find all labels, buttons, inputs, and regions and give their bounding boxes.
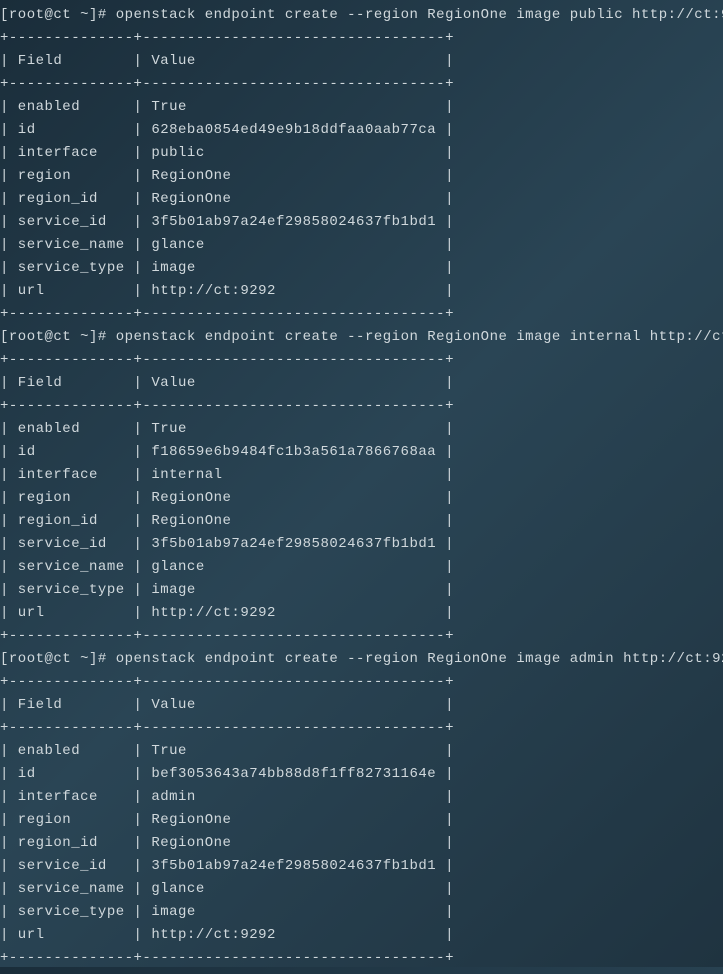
table-row: | service_id | 3f5b01ab97a24ef2985802463…: [0, 855, 723, 878]
command-text: openstack endpoint create --region Regio…: [116, 7, 723, 23]
table-row: | id | bef3053643a74bb88d8f1ff82731164e …: [0, 763, 723, 786]
table-row: | region_id | RegionOne |: [0, 510, 723, 533]
table-row: | service_name | glance |: [0, 556, 723, 579]
table-border: +--------------+------------------------…: [0, 349, 723, 372]
table-row: | service_id | 3f5b01ab97a24ef2985802463…: [0, 211, 723, 234]
command-line[interactable]: [root@ct ~]# openstack endpoint create -…: [0, 326, 723, 349]
table-row: | url | http://ct:9292 |: [0, 924, 723, 947]
table-row: | service_type | image |: [0, 257, 723, 280]
table-row: | region_id | RegionOne |: [0, 832, 723, 855]
table-row: | enabled | True |: [0, 740, 723, 763]
table-row: | service_name | glance |: [0, 878, 723, 901]
table-row: | service_name | glance |: [0, 234, 723, 257]
table-row: | id | 628eba0854ed49e9b18ddfaa0aab77ca …: [0, 119, 723, 142]
shell-prompt: [root@ct ~]#: [0, 329, 116, 345]
table-border: +--------------+------------------------…: [0, 671, 723, 694]
command-text: openstack endpoint create --region Regio…: [116, 651, 723, 667]
table-row: | id | f18659e6b9484fc1b3a561a7866768aa …: [0, 441, 723, 464]
table-row: | region | RegionOne |: [0, 165, 723, 188]
table-row: | interface | internal |: [0, 464, 723, 487]
table-row: | interface | public |: [0, 142, 723, 165]
table-row: | enabled | True |: [0, 96, 723, 119]
table-row: | service_type | image |: [0, 579, 723, 602]
table-header: | Field | Value |: [0, 372, 723, 395]
table-border: +--------------+------------------------…: [0, 73, 723, 96]
table-row: | enabled | True |: [0, 418, 723, 441]
table-row: | url | http://ct:9292 |: [0, 280, 723, 303]
shell-prompt: [root@ct ~]#: [0, 651, 116, 667]
table-border: +--------------+------------------------…: [0, 27, 723, 50]
command-text: openstack endpoint create --region Regio…: [116, 329, 723, 345]
table-row: | service_type | image |: [0, 901, 723, 924]
shell-prompt: [root@ct ~]#: [0, 7, 116, 23]
table-border: +--------------+------------------------…: [0, 395, 723, 418]
table-row: | interface | admin |: [0, 786, 723, 809]
table-border: +--------------+------------------------…: [0, 717, 723, 740]
table-row: | region_id | RegionOne |: [0, 188, 723, 211]
table-row: | region | RegionOne |: [0, 809, 723, 832]
table-row: | region | RegionOne |: [0, 487, 723, 510]
command-line[interactable]: [root@ct ~]# openstack endpoint create -…: [0, 648, 723, 671]
command-line[interactable]: [root@ct ~]# openstack endpoint create -…: [0, 4, 723, 27]
table-border: +--------------+------------------------…: [0, 303, 723, 326]
table-header: | Field | Value |: [0, 694, 723, 717]
terminal-output: [root@ct ~]# openstack endpoint create -…: [0, 0, 723, 974]
table-border: +--------------+------------------------…: [0, 625, 723, 648]
table-row: | service_id | 3f5b01ab97a24ef2985802463…: [0, 533, 723, 556]
table-header: | Field | Value |: [0, 50, 723, 73]
table-row: | url | http://ct:9292 |: [0, 602, 723, 625]
